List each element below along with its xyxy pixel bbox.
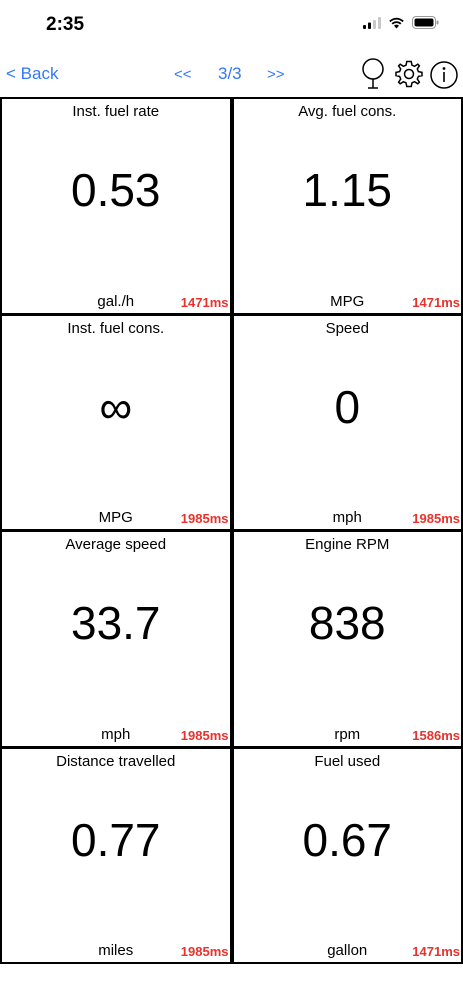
tile-avg-fuel-cons[interactable]: Avg. fuel cons. 1.15 MPG 1471ms [233,99,461,313]
tile-value: 33.7 [70,597,161,649]
tile-title: Distance travelled [56,752,176,770]
wifi-icon [388,16,405,34]
tile-title: Inst. fuel rate [72,103,160,120]
page-indicator: 3/3 [218,64,242,83]
tile-update-interval: 1471ms [180,294,229,310]
cellular-signal-icon [363,16,381,34]
tile-title: Inst. fuel cons. [67,319,165,337]
tile-distance-travelled[interactable]: Distance travelled 0.77 miles 1985ms [2,748,230,962]
tile-value: 0.53 [70,164,161,216]
tile-title: Engine RPM [305,536,390,553]
status-icons [363,16,439,34]
tile-title: Average speed [65,536,167,553]
tile-update-interval: 1471ms [412,294,460,310]
tile-value: ∞ [99,380,133,433]
info-icon[interactable] [429,60,459,95]
tile-update-interval: 1985ms [180,511,229,526]
tile-update-interval: 1985ms [180,727,229,743]
tile-update-interval: 1985ms [180,944,229,959]
tile-update-interval: 1471ms [412,944,460,959]
battery-icon [412,16,439,34]
navigation-bar: < Back << 3/3 >> [0,52,463,96]
obd-gauges-screen: 2:35 < Back << 3/3 >> Inst. fuel rate 0.… [0,0,463,1000]
tile-update-interval: 1586ms [412,727,460,743]
tile-title: Fuel used [314,752,381,770]
tile-value: 0.77 [70,813,161,866]
tile-title: Avg. fuel cons. [298,103,397,120]
tile-inst-fuel-cons[interactable]: Inst. fuel cons. ∞ MPG 1985ms [2,315,230,529]
tile-value: 1.15 [302,164,393,216]
status-time: 2:35 [46,14,85,35]
status-bar: 2:35 [0,0,463,50]
tile-title: Speed [325,319,369,337]
tile-value: 0 [334,380,361,433]
tile-inst-fuel-rate[interactable]: Inst. fuel rate 0.53 gal./h 1471ms [2,99,230,313]
back-button[interactable]: < Back [6,64,58,84]
tile-speed[interactable]: Speed 0 mph 1985ms [233,315,461,529]
previous-page-button[interactable]: << [174,66,192,83]
tile-value: 838 [308,597,386,649]
gear-icon[interactable] [394,59,424,94]
tile-update-interval: 1985ms [412,511,460,526]
microphone-icon[interactable] [360,58,386,95]
tile-fuel-used[interactable]: Fuel used 0.67 gallon 1471ms [233,748,461,962]
next-page-button[interactable]: >> [267,66,285,83]
tile-average-speed[interactable]: Average speed 33.7 mph 1985ms [2,532,230,746]
tile-engine-rpm[interactable]: Engine RPM 838 rpm 1586ms [233,532,461,746]
bottom-safe-area [0,966,463,1000]
gauge-grid: Inst. fuel rate 0.53 gal./h 1471ms Avg. … [0,97,463,964]
tile-value: 0.67 [302,813,393,866]
